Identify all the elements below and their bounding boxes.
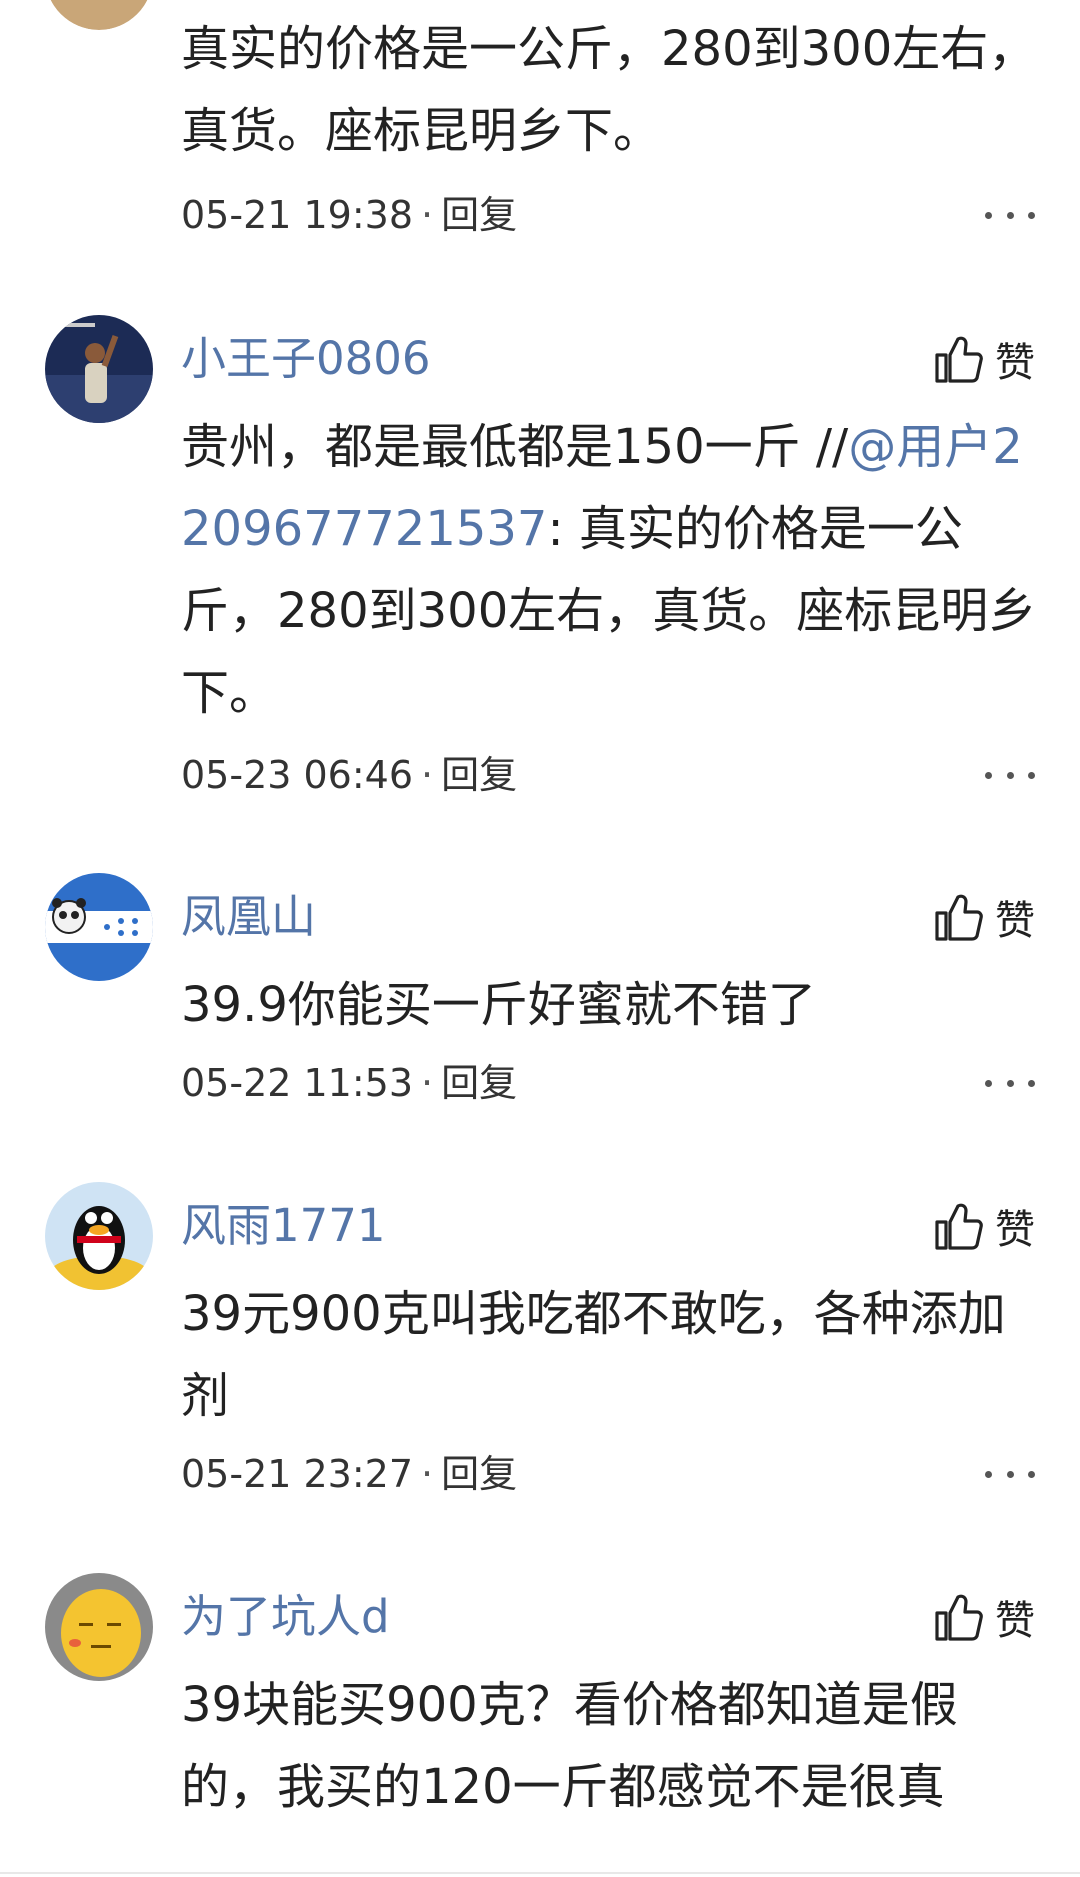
comment-time: 05-22 11:53 — [181, 1061, 414, 1105]
avatar[interactable] — [45, 0, 153, 30]
separator: · — [421, 1061, 434, 1105]
more-dot — [1006, 1470, 1014, 1478]
more-dot — [985, 1079, 992, 1087]
username[interactable]: 风雨1771 — [181, 1196, 386, 1256]
comment-meta: 05-23 06:46 · 回复 — [181, 750, 517, 800]
comment-meta: 05-21 19:38 · 回复 — [181, 190, 517, 240]
more-dot — [1028, 211, 1035, 219]
avatar[interactable] — [45, 873, 153, 981]
comment-text: 贵州，都是最低都是150一斤 //@用户2209677721537: 真实的价格… — [181, 406, 1041, 734]
username[interactable]: 凤凰山 — [181, 887, 316, 947]
like-button[interactable]: 赞 — [933, 887, 1035, 947]
more-dot — [1028, 771, 1035, 779]
separator: · — [421, 753, 434, 797]
more-dot — [1006, 771, 1014, 779]
thumbs-up-icon — [935, 1594, 983, 1641]
like-label: 赞 — [995, 898, 1035, 944]
more-dot — [985, 211, 992, 219]
avatar[interactable] — [45, 1573, 153, 1681]
separator: · — [421, 1452, 434, 1496]
reply-button[interactable]: 回复 — [441, 753, 517, 797]
avatar[interactable] — [45, 315, 153, 423]
more-options-button[interactable] — [985, 190, 1035, 240]
more-dot — [985, 1470, 992, 1478]
comment-meta: 05-21 23:27 · 回复 — [181, 1449, 517, 1499]
more-options-button[interactable] — [985, 750, 1035, 800]
username[interactable]: 为了坑人d — [181, 1587, 390, 1647]
comment-text: 39.9你能买一斤好蜜就不错了 — [181, 977, 816, 1033]
thumbs-up-icon — [935, 894, 983, 941]
comment-time: 05-21 19:38 — [181, 193, 414, 237]
thumbs-up-icon — [935, 336, 983, 383]
more-dot — [1028, 1079, 1035, 1087]
like-label: 赞 — [995, 340, 1035, 386]
username[interactable]: 小王子0806 — [181, 329, 431, 389]
comment-meta: 05-22 11:53 · 回复 — [181, 1058, 517, 1108]
reply-button[interactable]: 回复 — [441, 1452, 517, 1496]
comment-time: 05-21 23:27 — [181, 1452, 414, 1496]
more-dot — [1028, 1470, 1035, 1478]
comment-text: 39元900克叫我吃都不敢吃，各种添加剂 — [181, 1286, 1006, 1424]
reply-button[interactable]: 回复 — [441, 1061, 517, 1105]
avatar[interactable] — [45, 1182, 153, 1290]
like-button[interactable]: 赞 — [933, 1587, 1035, 1647]
more-dot — [1006, 211, 1014, 219]
thumbs-up-icon — [935, 1203, 983, 1250]
more-options-button[interactable] — [985, 1449, 1035, 1499]
more-dot — [985, 771, 992, 779]
like-button[interactable]: 赞 — [933, 329, 1035, 389]
comment-time: 05-23 06:46 — [181, 753, 414, 797]
like-label: 赞 — [995, 1207, 1035, 1253]
comment-item-5: 为了坑人d 赞 39块能买900克？看价格都知道是假的，我买的120一斤都感觉不… — [0, 1573, 1080, 1873]
reply-button[interactable]: 回复 — [441, 193, 517, 237]
like-label: 赞 — [995, 1598, 1035, 1644]
comment-text: 真实的价格是一公斤，280到300左右，真货。座标昆明乡下。 — [181, 21, 1037, 159]
bottom-divider — [0, 1872, 1080, 1874]
more-options-button[interactable] — [985, 1058, 1035, 1108]
like-button[interactable]: 赞 — [933, 1196, 1035, 1256]
comment-text: 39块能买900克？看价格都知道是假的，我买的120一斤都感觉不是很真 — [181, 1677, 958, 1815]
separator: · — [421, 193, 434, 237]
more-dot — [1006, 1079, 1014, 1087]
comment-text-prefix: 贵州，都是最低都是150一斤 // — [181, 419, 849, 475]
